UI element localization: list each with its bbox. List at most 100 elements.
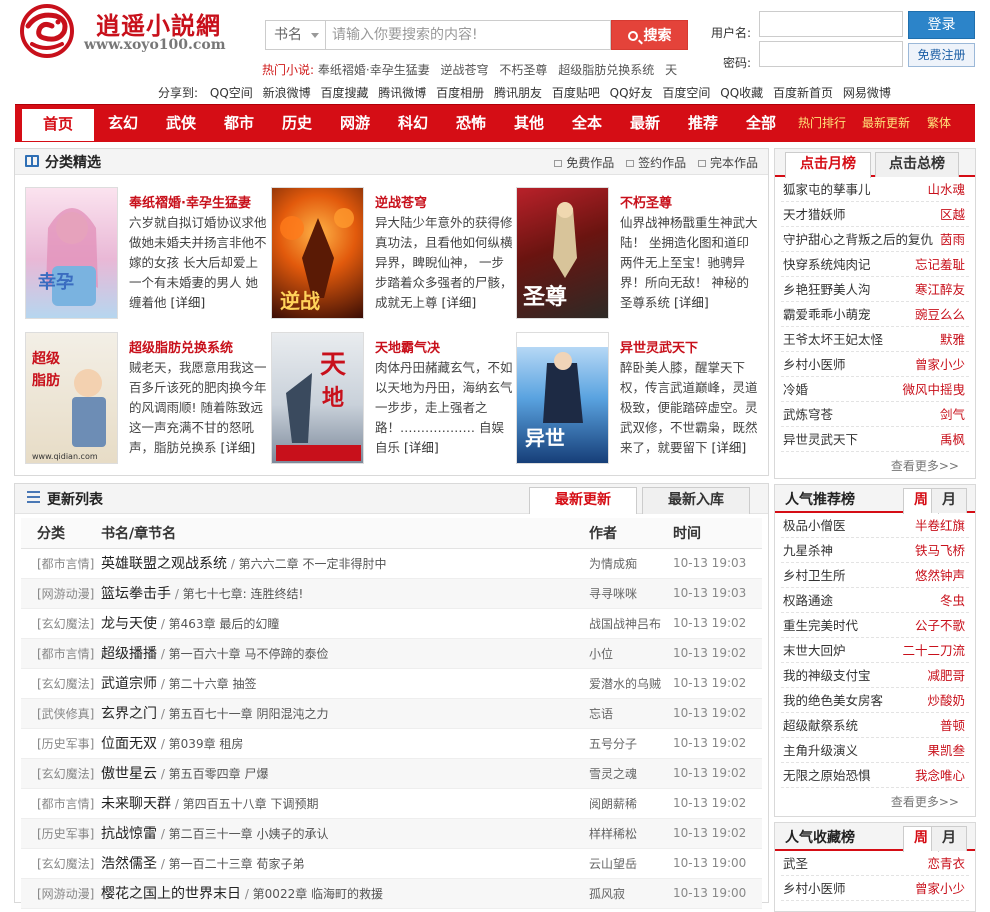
- list-item[interactable]: 王爷太坏王妃太怪 默雅: [781, 327, 969, 352]
- hot-novel-link[interactable]: 天: [665, 63, 677, 77]
- category-cell[interactable]: [历史军事]: [21, 818, 101, 849]
- nav-item[interactable]: 推荐: [674, 105, 732, 141]
- list-item[interactable]: 末世大回炉 二十二刀流: [781, 638, 969, 663]
- nav-item-home[interactable]: 首页: [22, 109, 94, 141]
- author-cell[interactable]: 阅朗薪稀: [589, 788, 673, 819]
- share-link[interactable]: 新浪微博: [263, 86, 311, 100]
- book-title-link[interactable]: 抗战惊雷: [101, 826, 157, 842]
- chapter-link[interactable]: 第二百三十一章 小姨子的承认: [169, 827, 329, 841]
- share-link[interactable]: 网易微博: [843, 86, 891, 100]
- list-item[interactable]: 天才猎妖师 区越: [781, 202, 969, 227]
- tab-click-total[interactable]: 点击总榜: [875, 152, 959, 177]
- tab-latest-update[interactable]: 最新更新: [529, 487, 637, 514]
- chapter-link[interactable]: 第六六二章 不一定非得肘中: [239, 557, 387, 571]
- book-title-link[interactable]: 龙与天使: [101, 616, 157, 632]
- category-cell[interactable]: [都市言情]: [21, 638, 101, 669]
- tab-signed[interactable]: 签约作品: [626, 156, 686, 170]
- author-cell[interactable]: 雪灵之魂: [589, 758, 673, 789]
- hot-novel-link[interactable]: 不朽圣尊: [499, 63, 547, 77]
- chapter-link[interactable]: 第一百二十三章 荀家子弟: [169, 857, 305, 871]
- category-cell[interactable]: [武侠修真]: [21, 698, 101, 729]
- nav-item-latest[interactable]: 最新更新: [854, 105, 918, 141]
- share-link[interactable]: QQ收藏: [720, 86, 763, 100]
- book-cover[interactable]: 幸孕: [25, 187, 118, 319]
- list-item[interactable]: 极品小僧医 半卷红旗: [781, 513, 969, 538]
- nav-item[interactable]: 都市: [210, 105, 268, 141]
- login-button[interactable]: 登录: [908, 11, 975, 39]
- book-title-link[interactable]: 傲世星云: [101, 766, 157, 782]
- list-item[interactable]: 权路通途 冬虫: [781, 588, 969, 613]
- category-cell[interactable]: [都市言情]: [21, 548, 101, 579]
- book-cover[interactable]: 超级 脂肪 www.qidian.com: [25, 332, 118, 464]
- author-cell[interactable]: 云山望岳: [589, 848, 673, 879]
- list-item[interactable]: 重生完美时代 公子不歌: [781, 613, 969, 638]
- share-link[interactable]: 百度贴吧: [552, 86, 600, 100]
- book-title[interactable]: 不朽圣尊: [620, 192, 672, 211]
- category-cell[interactable]: [网游动漫]: [21, 878, 101, 909]
- hot-novel-link[interactable]: 奉纸褶婚·幸孕生猛妻: [318, 63, 430, 77]
- author-cell[interactable]: 寻寻咪咪: [589, 578, 673, 609]
- detail-link[interactable]: [详细]: [674, 295, 709, 310]
- nav-item[interactable]: 科幻: [384, 105, 442, 141]
- detail-link[interactable]: [详细]: [404, 440, 439, 455]
- site-logo[interactable]: 逍遥小説網 www.xoyo100.com: [18, 4, 258, 60]
- nav-item[interactable]: 武侠: [152, 105, 210, 141]
- book-title[interactable]: 异世灵武天下: [620, 337, 698, 356]
- search-type-select[interactable]: 书名: [265, 20, 325, 50]
- search-input[interactable]: [325, 20, 611, 50]
- author-cell[interactable]: 小位: [589, 638, 673, 669]
- list-item[interactable]: 武圣 恋青衣: [781, 851, 969, 876]
- list-item[interactable]: 冷婚 微风中摇曳: [781, 377, 969, 402]
- list-item[interactable]: 乡村小医师 曾家小少: [781, 876, 969, 901]
- book-title-link[interactable]: 武道宗师: [101, 676, 157, 692]
- author-cell[interactable]: 为情成痴: [589, 548, 673, 579]
- chapter-link[interactable]: 第七十七章: 连胜终结!: [183, 587, 304, 601]
- list-item[interactable]: 霸爱乖乖小萌宠 豌豆么么: [781, 302, 969, 327]
- list-item[interactable]: 无限之原始恐惧 我念唯心: [781, 763, 969, 788]
- share-link[interactable]: 百度相册: [436, 86, 484, 100]
- list-item[interactable]: 武炼穹苍 剑气: [781, 402, 969, 427]
- hot-novel-link[interactable]: 逆战苍穹: [441, 63, 489, 77]
- nav-item-hot-rank[interactable]: 热门排行: [790, 105, 854, 141]
- list-item[interactable]: 狐家屯的孳事儿 山水魂: [781, 177, 969, 202]
- list-item[interactable]: 乡村小医师 曾家小少: [781, 352, 969, 377]
- book-title-link[interactable]: 英雄联盟之观战系统: [101, 556, 227, 572]
- share-link[interactable]: 腾讯朋友: [494, 86, 542, 100]
- username-field[interactable]: [759, 11, 903, 37]
- book-cover[interactable]: 异世: [516, 332, 609, 464]
- chapter-link[interactable]: 第五百七十一章 阴阳混沌之力: [169, 707, 329, 721]
- list-item[interactable]: 乡村卫生所 悠然钟声: [781, 563, 969, 588]
- nav-item[interactable]: 全部: [732, 105, 790, 141]
- book-cover[interactable]: 逆战: [271, 187, 364, 319]
- list-item[interactable]: 快穿系统炖肉记 忘记羞耻: [781, 252, 969, 277]
- chapter-link[interactable]: 第0022章 临海町的救援: [253, 887, 383, 901]
- detail-link[interactable]: [详细]: [221, 440, 256, 455]
- category-cell[interactable]: [玄幻魔法]: [21, 608, 101, 639]
- list-item[interactable]: 我的绝色美女房客 炒酸奶: [781, 688, 969, 713]
- search-button[interactable]: 搜索: [611, 20, 688, 50]
- category-cell[interactable]: [玄幻魔法]: [21, 668, 101, 699]
- register-button[interactable]: 免费注册: [908, 43, 975, 67]
- book-title-link[interactable]: 超级播播: [101, 646, 157, 662]
- list-item[interactable]: 九星杀神 铁马飞桥: [781, 538, 969, 563]
- share-link[interactable]: 百度新首页: [773, 86, 833, 100]
- view-more-link[interactable]: 查看更多>>: [775, 452, 975, 480]
- tab-latest-added[interactable]: 最新入库: [642, 487, 750, 514]
- book-title[interactable]: 天地霸气决: [375, 337, 440, 356]
- category-cell[interactable]: [玄幻魔法]: [21, 848, 101, 879]
- author-cell[interactable]: 爱潜水的乌贼: [589, 668, 673, 699]
- book-cover[interactable]: 天地: [271, 332, 364, 464]
- category-cell[interactable]: [历史军事]: [21, 728, 101, 759]
- tab-finished[interactable]: 完本作品: [697, 156, 758, 170]
- chapter-link[interactable]: 第四百五十八章 下调预期: [183, 797, 319, 811]
- nav-item-traditional[interactable]: 繁体: [918, 105, 960, 141]
- author-cell[interactable]: 战国战神吕布: [589, 608, 673, 639]
- nav-item[interactable]: 网游: [326, 105, 384, 141]
- list-item[interactable]: 异世灵武天下 禹枫: [781, 427, 969, 452]
- nav-item[interactable]: 全本: [558, 105, 616, 141]
- author-cell[interactable]: 样样稀松: [589, 818, 673, 849]
- tab-month[interactable]: 月: [931, 826, 967, 851]
- detail-link[interactable]: [详细]: [442, 295, 477, 310]
- chapter-link[interactable]: 第二十六章 抽签: [169, 677, 257, 691]
- nav-item[interactable]: 恐怖: [442, 105, 500, 141]
